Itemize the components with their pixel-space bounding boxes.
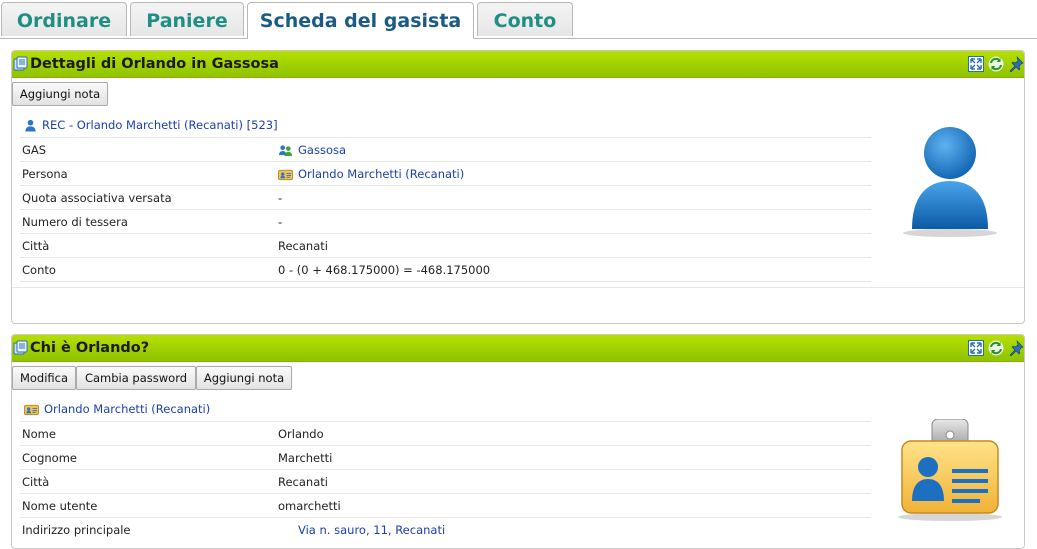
row-label: Nome [22,427,56,441]
row-label: Città [22,475,50,489]
edit-button[interactable]: Modifica [12,366,76,390]
maximize-icon[interactable] [968,56,984,72]
tab-paniere[interactable]: Paniere [130,2,244,36]
add-note-button[interactable]: Aggiungi nota [196,366,292,390]
panel-who-is: Chi è Orlando? Modifica Cambia password … [11,334,1025,549]
user-icon [24,119,37,132]
add-note-button[interactable]: Aggiungi nota [12,82,108,106]
group-icon [278,144,293,157]
row-label: Persona [22,167,68,181]
maximize-icon[interactable] [968,340,984,356]
list-icon [13,340,29,356]
person-link[interactable]: Orlando Marchetti (Recanati) [298,167,464,181]
row-label: Nome utente [22,499,98,513]
row-label: Città [22,239,50,253]
row-value: Marchetti [278,451,333,465]
divider [20,185,871,186]
divider [20,421,871,422]
panel-header: Dettagli di Orlando in Gassosa [12,51,1024,78]
row-value: - [278,191,283,205]
change-password-button[interactable]: Cambia password [76,366,196,390]
person-link[interactable]: Orlando Marchetti (Recanati) [44,402,210,416]
row-value: Orlando Marchetti (Recanati) [278,167,464,181]
row-value: 0 - (0 + 468.175000) = -468.175000 [278,263,491,277]
row-label: Numero di tessera [22,215,128,229]
divider [20,493,871,494]
gas-link[interactable]: Gassosa [298,143,346,157]
divider [20,257,871,258]
divider [20,469,871,470]
panel-footer-divider [12,287,1024,288]
tab-ordinare[interactable]: Ordinare [1,2,127,36]
refresh-icon[interactable] [988,56,1004,72]
panel-title: Chi è Orlando? [30,340,150,356]
tab-bar: Ordinare Paniere Scheda del gasista Cont… [0,0,1037,39]
row-value: Orlando [278,427,324,441]
tab-scheda-del-gasista[interactable]: Scheda del gasista [247,2,474,39]
row-label: Cognome [22,451,77,465]
divider [20,209,871,210]
row-value: - [278,215,283,229]
panel-member-details: Dettagli di Orlando in Gassosa Aggiungi … [11,50,1025,324]
id-badge-icon [898,419,1002,521]
row-label: Conto [22,263,56,277]
row-value: Via n. sauro, 11, Recanati [298,523,445,537]
row-value: Recanati [278,475,328,489]
user-avatar-icon [903,127,997,237]
id-card-icon [24,403,39,416]
row-value: Gassosa [278,143,346,157]
divider [20,517,871,518]
member-link[interactable]: REC - Orlando Marchetti (Recanati) [523] [42,118,278,132]
divider [20,281,871,282]
address-link[interactable]: Via n. sauro, 11, Recanati [298,523,445,537]
pin-icon[interactable] [1008,56,1024,72]
person-link-row: Orlando Marchetti (Recanati) [24,402,210,416]
divider [20,161,871,162]
row-value: Recanati [278,239,328,253]
id-card-icon [278,168,293,181]
divider [20,233,871,234]
divider [20,445,871,446]
tab-conto[interactable]: Conto [477,2,573,36]
row-label: Quota associativa versata [22,191,172,205]
row-value: omarchetti [278,499,341,513]
divider [20,137,871,138]
refresh-icon[interactable] [988,340,1004,356]
pin-icon[interactable] [1008,340,1024,356]
row-label: Indirizzo principale [22,523,131,537]
panel-header: Chi è Orlando? [12,335,1024,362]
row-label: GAS [22,143,47,157]
list-icon [13,56,29,72]
panel-title: Dettagli di Orlando in Gassosa [30,56,279,72]
member-link-row: REC - Orlando Marchetti (Recanati) [523] [24,118,278,132]
